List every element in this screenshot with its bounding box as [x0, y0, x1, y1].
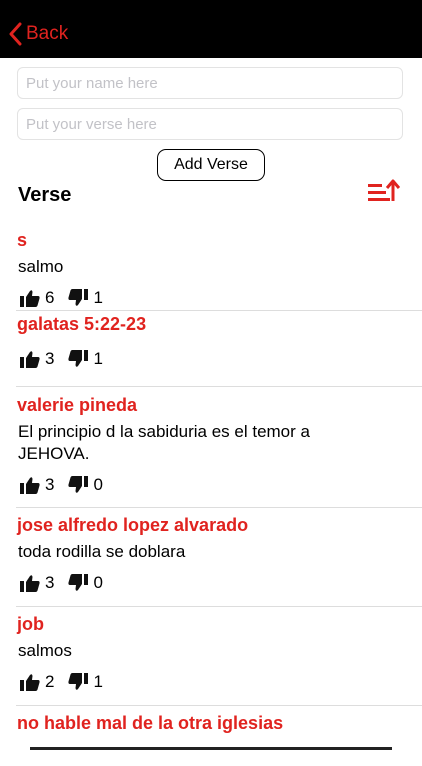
back-button[interactable]: Back — [8, 22, 68, 46]
like-count: 2 — [45, 672, 55, 691]
back-label: Back — [26, 23, 69, 44]
thumbs-up-icon — [20, 290, 40, 307]
thumbs-down-icon — [68, 673, 89, 690]
thumbs-up-icon — [20, 351, 40, 368]
list-item[interactable]: job salmos 2 1 — [16, 607, 422, 706]
list-item[interactable]: no hable mal de la otra iglesias — [16, 706, 422, 766]
add-verse-button[interactable]: Add Verse — [157, 149, 265, 181]
dislike-button[interactable] — [68, 350, 89, 368]
dislike-button[interactable] — [68, 476, 89, 494]
thumbs-down-icon — [68, 289, 89, 306]
like-count: 6 — [45, 288, 55, 307]
like-button[interactable] — [20, 350, 40, 368]
sort-ascending-icon — [368, 179, 401, 201]
chevron-left-icon — [9, 22, 22, 46]
vote-row: 2 1 — [16, 662, 422, 703]
like-count: 3 — [45, 349, 55, 368]
thumbs-up-icon — [20, 477, 40, 494]
section-title: Verse — [18, 184, 72, 206]
sort-button[interactable] — [366, 178, 401, 211]
verse-author: galatas 5:22-23 — [17, 314, 147, 334]
vote-row: 3 0 — [16, 563, 422, 604]
navigation-bar: Back — [0, 0, 422, 58]
verse-input[interactable] — [17, 108, 403, 140]
dislike-count: 1 — [93, 288, 103, 307]
thumbs-down-icon — [68, 350, 89, 367]
dislike-button[interactable] — [68, 673, 89, 691]
vote-row: 3 0 — [16, 465, 422, 506]
verse-author: valerie pineda — [17, 395, 138, 415]
list-item[interactable]: s salmo 6 1 — [16, 225, 422, 311]
vote-row: 3 1 — [16, 335, 422, 380]
dislike-button[interactable] — [68, 574, 89, 592]
verse-text: salmos — [18, 641, 72, 660]
thumbs-down-icon — [68, 574, 89, 591]
verse-author: s — [17, 230, 28, 250]
like-button[interactable] — [20, 289, 40, 307]
list-item[interactable]: valerie pineda El principio d la sabidur… — [16, 387, 422, 508]
thumbs-up-icon — [20, 674, 40, 691]
dislike-count: 1 — [93, 672, 103, 691]
list-item[interactable]: jose alfredo lopez alvarado toda rodilla… — [16, 508, 422, 607]
verse-list: s salmo 6 1 galatas 5:22-23 3 1 valerie … — [0, 225, 422, 766]
list-item[interactable]: galatas 5:22-23 3 1 — [16, 311, 422, 387]
dislike-count: 0 — [93, 573, 103, 592]
verse-text: toda rodilla se doblara — [18, 542, 186, 561]
dislike-button[interactable] — [68, 289, 89, 307]
name-input[interactable] — [17, 67, 403, 99]
thumbs-down-icon — [68, 476, 89, 493]
verse-text: salmo — [18, 257, 64, 276]
dislike-count: 0 — [93, 475, 103, 494]
dislike-count: 1 — [93, 349, 103, 368]
verse-author: job — [17, 614, 44, 634]
like-button[interactable] — [20, 476, 40, 494]
verse-text: El principio d la sabiduria es el temor … — [18, 422, 310, 463]
verse-author: no hable mal de la otra iglesias — [17, 713, 284, 733]
verse-author: jose alfredo lopez alvarado — [17, 515, 249, 535]
like-button[interactable] — [20, 673, 40, 691]
thumbs-up-icon — [20, 575, 40, 592]
like-count: 3 — [45, 475, 55, 494]
like-count: 3 — [45, 573, 55, 592]
like-button[interactable] — [20, 574, 40, 592]
